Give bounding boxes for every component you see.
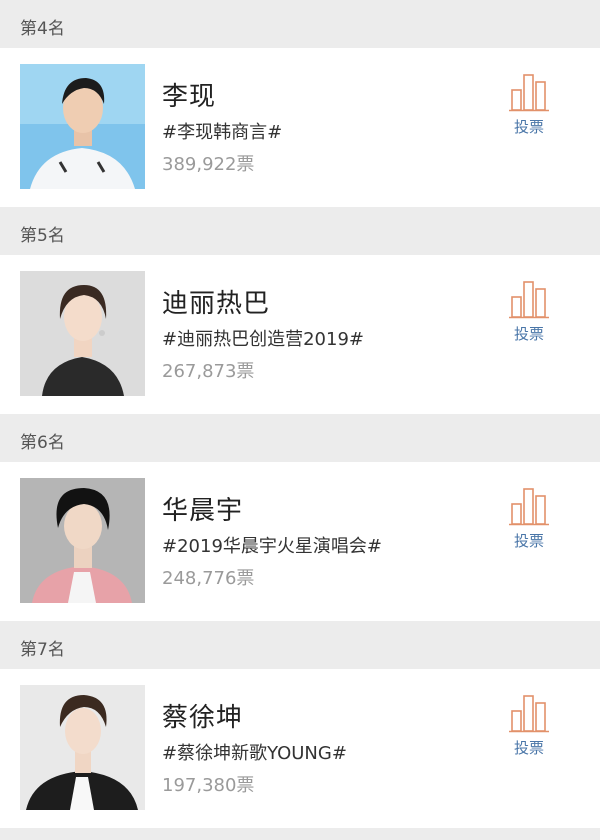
vote-label[interactable]: 投票 [503,116,555,137]
avatar[interactable] [20,64,145,189]
bar-chart-icon [509,281,549,319]
bar-chart-icon [509,488,549,526]
bar-chart-icon [509,695,549,733]
celebrity-name: 李现 [162,82,217,112]
vote-label[interactable]: 投票 [503,737,555,758]
vote-button[interactable]: 投票 [503,486,555,562]
vote-button[interactable]: 投票 [503,693,555,769]
avatar[interactable] [20,685,145,810]
vote-count: 267,873票 [162,361,255,382]
vote-count: 389,922票 [162,154,255,175]
hashtag-topic[interactable]: #2019华晨宇火星演唱会# [162,532,382,558]
rank-header: 第7名 [0,621,600,669]
ranking-card[interactable]: 李现 #李现韩商言# 389,922票 投票 [0,48,600,207]
avatar[interactable] [20,271,145,396]
hashtag-topic[interactable]: #蔡徐坤新歌YOUNG# [162,739,347,765]
rank-header: 第5名 [0,207,600,255]
bar-chart-icon [509,74,549,112]
celebrity-name: 华晨宇 [162,496,244,526]
bottom-divider [0,828,600,840]
ranking-card[interactable]: 华晨宇 #2019华晨宇火星演唱会# 248,776票 投票 [0,462,600,621]
vote-button[interactable]: 投票 [503,72,555,148]
hashtag-topic[interactable]: #迪丽热巴创造营2019# [162,325,364,351]
celebrity-name: 迪丽热巴 [162,289,271,319]
vote-label[interactable]: 投票 [503,530,555,551]
avatar[interactable] [20,478,145,603]
vote-count: 248,776票 [162,568,255,589]
ranking-card[interactable]: 蔡徐坤 #蔡徐坤新歌YOUNG# 197,380票 投票 [0,669,600,828]
rank-header: 第6名 [0,414,600,462]
vote-label[interactable]: 投票 [503,323,555,344]
vote-button[interactable]: 投票 [503,279,555,355]
vote-count: 197,380票 [162,775,255,796]
hashtag-topic[interactable]: #李现韩商言# [162,118,282,144]
rank-header: 第4名 [0,0,600,48]
celebrity-name: 蔡徐坤 [162,703,244,733]
ranking-card[interactable]: 迪丽热巴 #迪丽热巴创造营2019# 267,873票 投票 [0,255,600,414]
